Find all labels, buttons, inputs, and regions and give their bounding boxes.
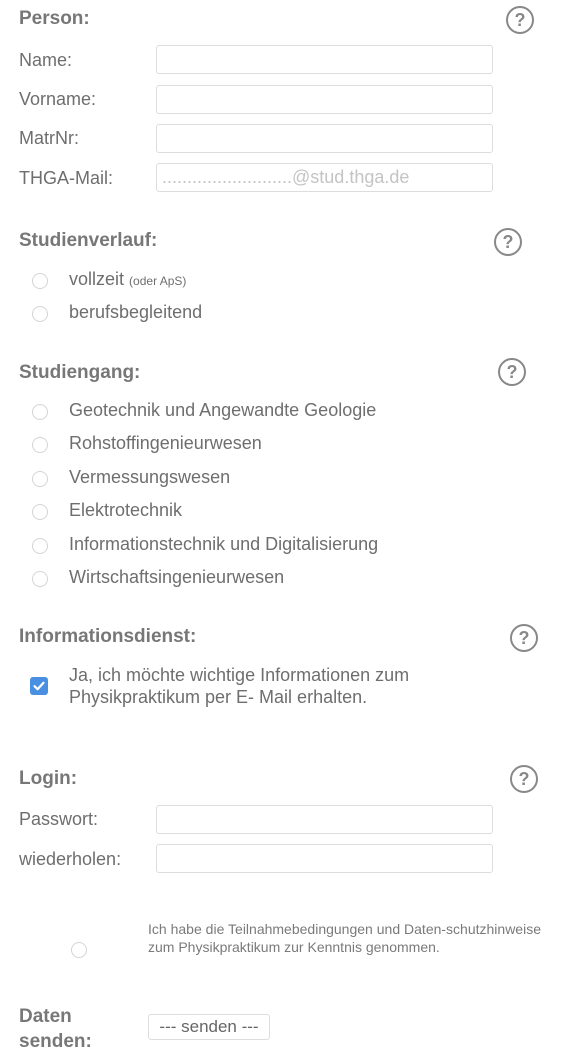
studienverlauf-heading: Studienverlauf:	[19, 230, 158, 251]
login-heading: Login:	[19, 768, 78, 789]
studiengang-radio-geotechnik[interactable]	[32, 404, 48, 420]
studienverlauf-radio-vollzeit[interactable]	[32, 273, 48, 289]
studiengang-radio-wirtschaft[interactable]	[32, 571, 48, 587]
studiengang-heading: Studiengang:	[19, 362, 141, 383]
studiengang-option-elektrotechnik[interactable]: Elektrotechnik	[69, 500, 182, 521]
thga-mail-label: THGA-Mail:	[19, 168, 113, 188]
studiengang-option-informationstechnik[interactable]: Informationstechnik und Digitalisierung	[69, 534, 378, 555]
studiengang-option-rohstoff[interactable]: Rohstoffingenieurwesen	[69, 433, 262, 454]
terms-text: Ich habe die Teilnahmebedingungen und Da…	[148, 921, 541, 955]
matrnr-input[interactable]	[156, 124, 493, 153]
vorname-input[interactable]	[156, 85, 493, 114]
checkmark-icon	[33, 681, 45, 691]
person-help-icon[interactable]: ?	[506, 6, 534, 34]
studiengang-option-geotechnik[interactable]: Geotechnik und Angewandte Geologie	[69, 400, 376, 421]
studienverlauf-radio-berufsbegleitend[interactable]	[32, 306, 48, 322]
password-repeat-input[interactable]	[156, 844, 493, 873]
studiengang-radio-rohstoff[interactable]	[32, 437, 48, 453]
studiengang-radio-informationstechnik[interactable]	[32, 538, 48, 554]
daten-senden-line2: senden:	[19, 1031, 92, 1052]
studiengang-help-icon[interactable]: ?	[498, 358, 526, 386]
option-label: vollzeit	[69, 269, 125, 289]
studienverlauf-option-vollzeit[interactable]: vollzeit (oder ApS)	[69, 269, 186, 290]
terms-radio[interactable]	[71, 942, 87, 958]
person-heading: Person:	[19, 8, 90, 29]
daten-senden-line1: Daten	[19, 1006, 72, 1027]
studienverlauf-help-icon[interactable]: ?	[494, 228, 522, 256]
name-label: Name:	[19, 50, 73, 70]
studiengang-option-vermessung[interactable]: Vermessungswesen	[69, 467, 230, 488]
vorname-label: Vorname:	[19, 89, 97, 109]
studiengang-radio-vermessung[interactable]	[32, 471, 48, 487]
wiederholen-label: wiederholen:	[19, 849, 122, 869]
informationsdienst-text: Ja, ich möchte wichtige Informationen zu…	[69, 665, 410, 707]
password-input[interactable]	[156, 805, 493, 834]
informationsdienst-checkbox[interactable]	[30, 677, 48, 695]
informationsdienst-heading: Informationsdienst:	[19, 626, 197, 647]
passwort-label: Passwort:	[19, 809, 99, 829]
send-button[interactable]: --- senden ---	[148, 1014, 270, 1040]
matrnr-label: MatrNr:	[19, 128, 79, 148]
login-help-icon[interactable]: ?	[510, 765, 538, 793]
name-input[interactable]	[156, 45, 493, 74]
studienverlauf-option-berufsbegleitend[interactable]: berufsbegleitend	[69, 302, 202, 323]
option-note: (oder ApS)	[129, 274, 187, 288]
studiengang-radio-elektrotechnik[interactable]	[32, 504, 48, 520]
informationsdienst-help-icon[interactable]: ?	[510, 624, 538, 652]
daten-senden-label: Daten senden:	[19, 1004, 92, 1054]
thga-mail-input[interactable]	[156, 163, 493, 192]
studiengang-option-wirtschaft[interactable]: Wirtschaftsingenieurwesen	[69, 567, 284, 588]
